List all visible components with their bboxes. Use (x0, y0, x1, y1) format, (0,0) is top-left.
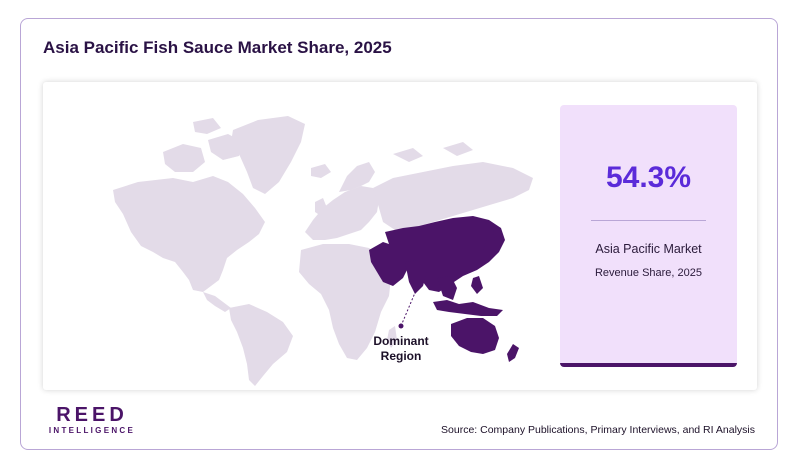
stat-divider (591, 220, 706, 221)
callout-line (400, 287, 418, 327)
callout-line2: Region (380, 349, 422, 363)
page-title: Asia Pacific Fish Sauce Market Share, 20… (43, 38, 392, 57)
new-zealand (507, 344, 519, 362)
logo-main-text: REED (56, 404, 128, 426)
central-america (203, 292, 231, 312)
source-note: Source: Company Publications, Primary In… (441, 424, 755, 436)
market-share-sublabel: Revenue Share, 2025 (594, 267, 703, 279)
greenland (231, 116, 305, 194)
reed-intelligence-logo: REED INTELLIGENCE (46, 404, 138, 436)
north-america (113, 176, 265, 292)
australia (451, 318, 499, 354)
logo-sub-text: INTELLIGENCE (48, 426, 136, 435)
dominant-region-callout: Dominant Region (361, 334, 441, 364)
callout-dot (398, 323, 404, 329)
map-panel: Dominant Region 54.3% Asia Pacific Marke… (43, 82, 757, 390)
arctic-islands (163, 118, 243, 172)
indonesia (433, 300, 503, 316)
stat-card: 54.3% Asia Pacific Market Revenue Share,… (560, 105, 737, 367)
philippines (471, 276, 483, 294)
market-share-value: 54.3% (605, 161, 692, 194)
iceland (311, 164, 331, 178)
market-share-label: Asia Pacific Market (595, 242, 702, 256)
south-america (229, 304, 293, 386)
europe (305, 186, 379, 240)
arctic-russia (393, 142, 473, 162)
callout-line1: Dominant (373, 334, 429, 348)
